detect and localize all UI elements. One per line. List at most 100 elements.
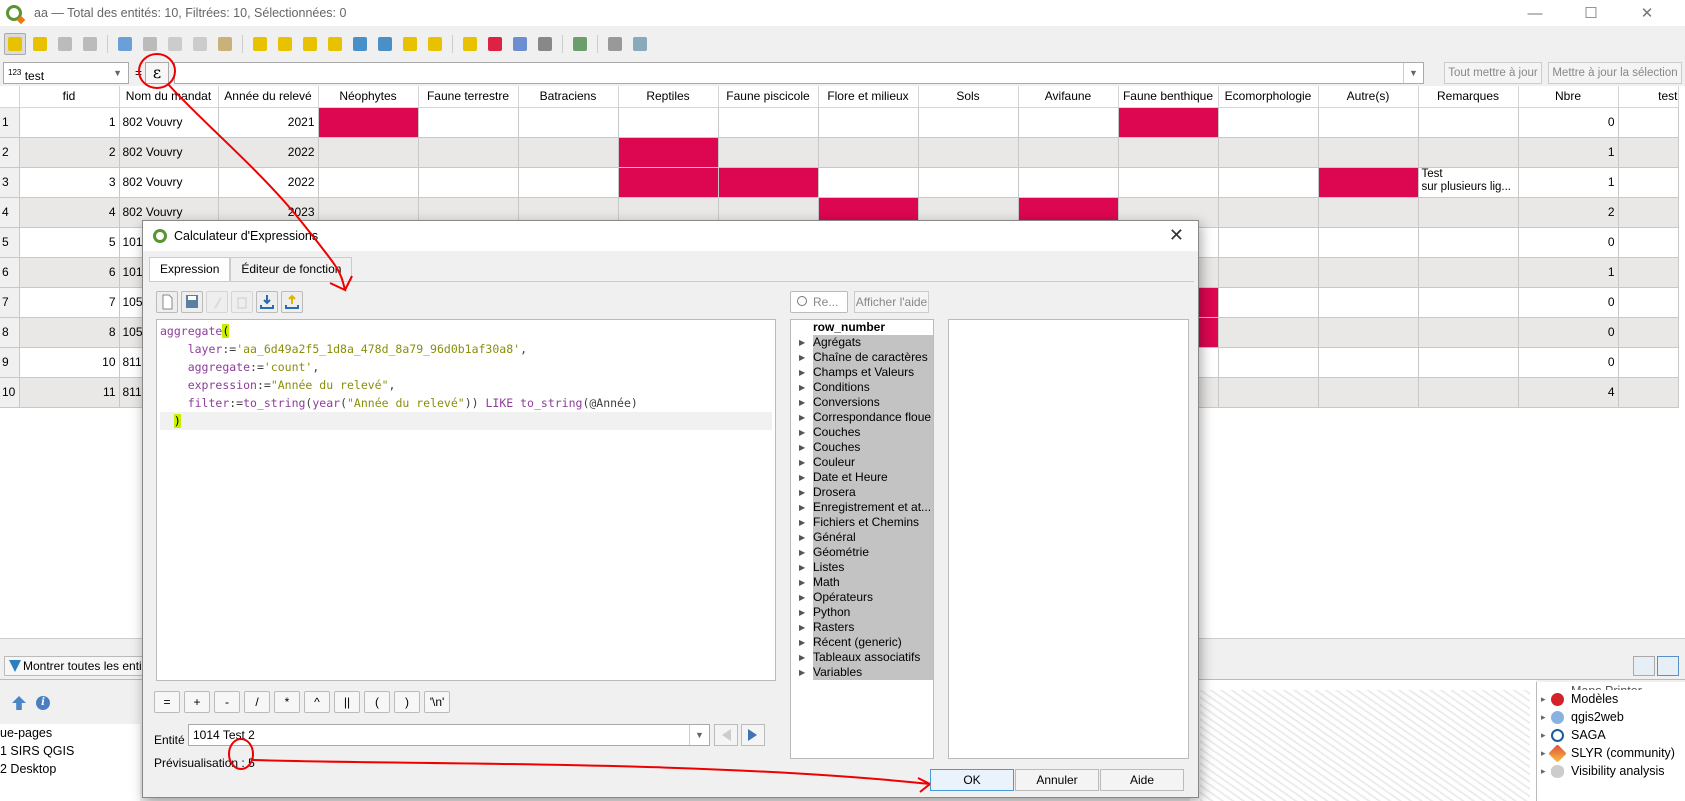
cell-flag[interactable]: [1318, 257, 1419, 288]
row-header[interactable]: 10: [0, 377, 20, 408]
operator-button[interactable]: -: [214, 691, 240, 713]
column-header[interactable]: Flore et milieux: [818, 86, 919, 108]
row-header[interactable]: 4: [0, 197, 20, 228]
cell-fid[interactable]: 7: [19, 287, 120, 318]
cell-flag[interactable]: [518, 107, 619, 138]
cell-flag[interactable]: [1018, 167, 1119, 198]
table-row[interactable]: 3 3 802 Vouvry 2022 Test sur plusieurs lig..…: [0, 167, 1679, 198]
cell-flag[interactable]: [518, 167, 619, 198]
tree-group[interactable]: ▶ Conditions: [791, 380, 933, 395]
invert-selection-button[interactable]: [299, 33, 321, 55]
operator-button[interactable]: =: [154, 691, 180, 713]
help-button[interactable]: Aide: [1100, 769, 1184, 791]
expand-arrow-icon[interactable]: ▶: [799, 590, 805, 605]
cell-fid[interactable]: 2: [19, 137, 120, 168]
deselect-button[interactable]: [324, 33, 346, 55]
cell-nbre[interactable]: 1: [1518, 137, 1619, 168]
expand-arrow-icon[interactable]: ▶: [799, 530, 805, 545]
cell-flag[interactable]: [1218, 377, 1319, 408]
delete-field-button[interactable]: [484, 33, 506, 55]
cell-test[interactable]: [1618, 107, 1679, 138]
cell-test[interactable]: [1618, 257, 1679, 288]
expand-arrow-icon[interactable]: ▶: [799, 620, 805, 635]
cell-flag[interactable]: [718, 107, 819, 138]
cell-nbre[interactable]: 0: [1518, 107, 1619, 138]
column-header[interactable]: Nom du mandat: [119, 86, 219, 108]
cell-remarques[interactable]: [1418, 197, 1519, 228]
tree-group[interactable]: ▶ Rasters: [791, 620, 933, 635]
previous-entity-button[interactable]: [714, 724, 738, 746]
tree-group[interactable]: ▶ Couleur: [791, 455, 933, 470]
chevron-down-icon[interactable]: ▼: [1403, 63, 1423, 83]
cell-flag[interactable]: [1118, 167, 1219, 198]
move-selection-top-button[interactable]: [374, 33, 396, 55]
cell-test[interactable]: [1618, 227, 1679, 258]
cell-flag[interactable]: [918, 107, 1019, 138]
cell-flag[interactable]: [818, 137, 919, 168]
cell-fid[interactable]: 6: [19, 257, 120, 288]
provider-item[interactable]: SAGA: [1541, 726, 1685, 744]
expression-builder-button[interactable]: ε: [145, 62, 169, 84]
expression-editor[interactable]: aggregate( layer:='aa_6d49a2f5_1d8a_478d…: [156, 319, 776, 681]
cell-flag[interactable]: [918, 167, 1019, 198]
provider-item[interactable]: qgis2web: [1541, 708, 1685, 726]
export-button[interactable]: [281, 291, 303, 313]
minimize-button[interactable]: —: [1507, 0, 1563, 26]
cell-flag[interactable]: [1118, 137, 1219, 168]
tab-expression[interactable]: Expression: [149, 257, 231, 282]
column-header[interactable]: Remarques: [1418, 86, 1519, 108]
provider-item[interactable]: Visibility analysis: [1541, 762, 1685, 780]
tree-group[interactable]: ▶ Champs et Valeurs: [791, 365, 933, 380]
cell-nbre[interactable]: 0: [1518, 227, 1619, 258]
tree-group[interactable]: ▶ Variables: [791, 665, 933, 680]
cell-flag[interactable]: [518, 137, 619, 168]
cell-fid[interactable]: 10: [19, 347, 120, 378]
edit-expression-button[interactable]: [206, 291, 228, 313]
row-header[interactable]: 3: [0, 167, 20, 198]
toggle-editing-button[interactable]: [4, 33, 26, 55]
tree-group[interactable]: ▶ Général: [791, 530, 933, 545]
cell-nom-du-mandat[interactable]: 802 Vouvry: [119, 107, 219, 138]
tree-group[interactable]: ▶ Opérateurs: [791, 590, 933, 605]
row-header[interactable]: 5: [0, 227, 20, 258]
cell-flag[interactable]: [1018, 137, 1119, 168]
cell-nbre[interactable]: 0: [1518, 347, 1619, 378]
cut-button[interactable]: [164, 33, 186, 55]
cell-annee[interactable]: 2021: [218, 107, 319, 138]
ok-button[interactable]: OK: [930, 769, 1014, 791]
operator-button[interactable]: +: [184, 691, 210, 713]
cell-flag[interactable]: [1218, 347, 1319, 378]
cell-flag[interactable]: [1218, 197, 1319, 228]
expand-arrow-icon[interactable]: ▶: [799, 635, 805, 650]
cell-flag[interactable]: [1218, 107, 1319, 138]
expand-arrow-icon[interactable]: ▶: [799, 665, 805, 680]
add-feature-button[interactable]: [114, 33, 136, 55]
cell-test[interactable]: [1618, 317, 1679, 348]
select-by-expression-button[interactable]: [249, 33, 271, 55]
show-all-features-button[interactable]: Montrer toutes les entités: [4, 656, 164, 676]
cell-remarques[interactable]: [1418, 227, 1519, 258]
save-edits-button[interactable]: [54, 33, 76, 55]
map-canvas[interactable]: [1190, 680, 1536, 801]
expand-arrow-icon[interactable]: ▶: [799, 515, 805, 530]
entity-select[interactable]: 1014 Test 2 ▼: [188, 724, 710, 746]
cell-flag[interactable]: [918, 137, 1019, 168]
copy-button[interactable]: [189, 33, 211, 55]
info-icon[interactable]: i: [36, 696, 50, 710]
tree-group[interactable]: ▶ Listes: [791, 560, 933, 575]
cell-fid[interactable]: 4: [19, 197, 120, 228]
column-header[interactable]: fid: [19, 86, 120, 108]
column-header[interactable]: Faune benthique: [1118, 86, 1219, 108]
cell-flag[interactable]: [1218, 137, 1319, 168]
column-header[interactable]: test: [1618, 86, 1679, 108]
expand-arrow-icon[interactable]: ▶: [799, 380, 805, 395]
cell-flag[interactable]: [618, 137, 719, 168]
provider-item[interactable]: Maps Printer: [1549, 682, 1685, 690]
expand-arrow-icon[interactable]: ▶: [799, 500, 805, 515]
cell-test[interactable]: [1618, 377, 1679, 408]
cell-flag[interactable]: [1318, 287, 1419, 318]
cell-flag[interactable]: [1318, 137, 1419, 168]
update-all-button[interactable]: Tout mettre à jour: [1444, 62, 1542, 84]
expand-arrow-icon[interactable]: ▶: [799, 395, 805, 410]
cell-flag[interactable]: [1318, 317, 1419, 348]
